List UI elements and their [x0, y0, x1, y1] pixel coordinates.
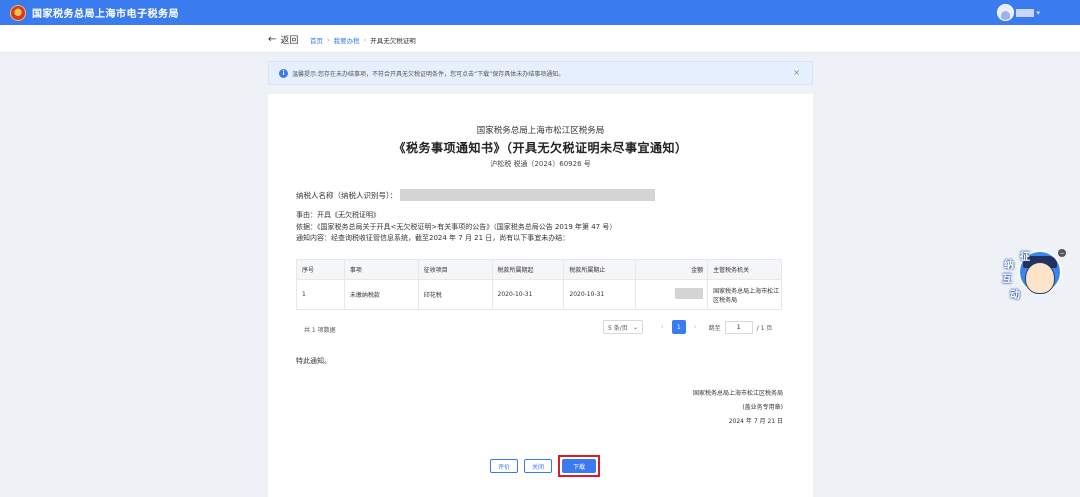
minimize-icon[interactable]: − — [1058, 249, 1066, 257]
col-header-authority: 主管税务机关 — [707, 259, 782, 280]
reason-line: 事由：开具《无欠税证明》 — [296, 211, 380, 219]
close-icon[interactable]: × — [793, 68, 800, 77]
signature-org: 国家税务总局上海市松江区税务局 — [692, 390, 783, 397]
cell-index: 1 — [296, 279, 345, 310]
content-line: 通知内容：经查询税收征管信息系统，截至2024 年 7 月 21 日，尚有以下事… — [296, 234, 570, 242]
officer-face-icon — [1025, 262, 1055, 294]
widget-char-2: 纳 — [1004, 260, 1014, 271]
col-header-period-end: 税款所属期止 — [563, 259, 637, 280]
chevron-down-icon: ⌄ — [632, 323, 638, 331]
user-name-redacted — [1016, 8, 1035, 17]
cell-amount — [635, 279, 709, 310]
signature-date: 2024 年 7 月 21 日 — [728, 418, 783, 425]
notice-text: 温馨提示:您存在未办结事项，不符合开具无欠税证明条件，您可点击“下载”保存具体未… — [292, 70, 565, 78]
col-header-period-start: 税款所属期起 — [491, 259, 565, 280]
col-header-levy: 征收项目 — [417, 259, 493, 280]
breadcrumb-bar: ← 返回 首页 › 我要办税 › 开具无欠税证明 — [0, 25, 1080, 53]
breadcrumb-tax-service[interactable]: 我要办税 — [334, 35, 360, 45]
breadcrumb: 首页 › 我要办税 › 开具无欠税证明 — [310, 35, 416, 45]
page-size-value: 5 条/页 — [608, 324, 628, 332]
cell-item: 未缴纳税款 — [343, 279, 419, 310]
close-button[interactable]: 关闭 — [524, 459, 553, 473]
taxpayer-row: 纳税人名称（纳税人识别号）： — [296, 189, 656, 201]
download-highlight: 下载 — [558, 455, 601, 477]
cell-levy: 印花税 — [417, 279, 493, 310]
action-buttons: 评价 关闭 下载 — [490, 455, 601, 477]
issuing-org: 国家税务总局上海市松江区税务局 — [476, 126, 605, 136]
breadcrumb-home[interactable]: 首页 — [310, 35, 323, 45]
breadcrumb-separator: › — [363, 36, 367, 44]
table-row: 1 未缴纳税款 印花税 2020-10-31 2020-10-31 国家税务总局… — [296, 279, 782, 310]
taxpayer-name-redacted — [400, 189, 656, 201]
info-icon: i — [279, 68, 288, 78]
widget-char-1: 征 — [1020, 252, 1030, 263]
cell-authority: 国家税务总局上海市松江区税务局 — [707, 279, 782, 310]
top-header-bar: 国家税务总局上海市电子税务局 ▾ — [0, 0, 1080, 25]
table-header-row: 序号 事项 征收项目 税款所属期起 税款所属期止 金额 主管税务机关 — [296, 259, 782, 280]
arrow-left-icon: ← — [268, 34, 277, 45]
document-body: 事由：开具《无欠税证明》 依据：《国家税务总局关于开具<无欠税证明>有关事项的公… — [296, 210, 616, 245]
widget-char-4: 动 — [1010, 290, 1020, 301]
tax-emblem-icon — [10, 4, 26, 21]
document-title: 《税务事项通知书》（开具无欠税证明未尽事宜通知） — [393, 141, 688, 155]
next-page-icon[interactable]: › — [694, 323, 697, 331]
interaction-assistant-widget[interactable]: 征 纳 互 动 − — [1000, 246, 1066, 308]
widget-char-3: 互 — [1002, 274, 1012, 285]
back-label: 返回 — [280, 36, 299, 46]
pending-items-table: 序号 事项 征收项目 税款所属期起 税款所属期止 金额 主管税务机关 1 未缴纳… — [296, 259, 782, 310]
back-button[interactable]: ← 返回 — [268, 33, 298, 46]
signature-seal: (盖业务专用章) — [742, 404, 783, 411]
total-pages: / 1 页 — [756, 324, 773, 332]
basis-line: 依据：《国家税务总局关于开具<无欠税证明>有关事项的公告》（国家税务总局公告 2… — [296, 222, 617, 231]
notice-banner: i 温馨提示:您存在未办结事项，不符合开具无欠税证明条件，您可点击“下载”保存具… — [268, 61, 813, 85]
rate-button[interactable]: 评价 — [490, 459, 519, 473]
user-menu[interactable]: ▾ — [997, 4, 1040, 21]
goto-label: 跳至 — [708, 324, 721, 332]
page-number-current[interactable]: 1 — [671, 320, 686, 334]
page-size-select[interactable]: 5 条/页 ⌄ — [603, 320, 643, 334]
cell-period-end: 2020-10-31 — [563, 279, 637, 310]
pagination: 5 条/页 ⌄ ‹ 1 › 跳至 1 / 1 页 — [603, 320, 772, 334]
goto-page-input[interactable]: 1 — [724, 320, 753, 334]
chevron-down-icon[interactable]: ▾ — [1036, 9, 1040, 17]
closing-text: 特此通知。 — [296, 357, 331, 365]
prev-page-icon[interactable]: ‹ — [661, 323, 664, 331]
total-count: 共 1 项数据 — [304, 327, 336, 334]
site-title: 国家税务总局上海市电子税务局 — [32, 9, 179, 20]
breadcrumb-current: 开具无欠税证明 — [370, 37, 416, 45]
taxpayer-label: 纳税人名称（纳税人识别号）： — [296, 190, 398, 200]
breadcrumb-separator: › — [327, 36, 330, 44]
amount-redacted — [675, 288, 704, 299]
download-button[interactable]: 下载 — [562, 459, 597, 473]
document-number: 沪松税 税通〔2024〕60926 号 — [490, 160, 591, 168]
notice-document: 国家税务总局上海市松江区税务局 《税务事项通知书》（开具无欠税证明未尽事宜通知）… — [268, 94, 813, 497]
cell-period-start: 2020-10-31 — [491, 279, 565, 310]
col-header-amount: 金额 — [635, 259, 709, 280]
avatar[interactable] — [997, 4, 1015, 21]
col-header-item: 事项 — [343, 259, 419, 280]
col-header-index: 序号 — [296, 259, 345, 280]
goto-page: 跳至 1 / 1 页 — [708, 320, 773, 334]
